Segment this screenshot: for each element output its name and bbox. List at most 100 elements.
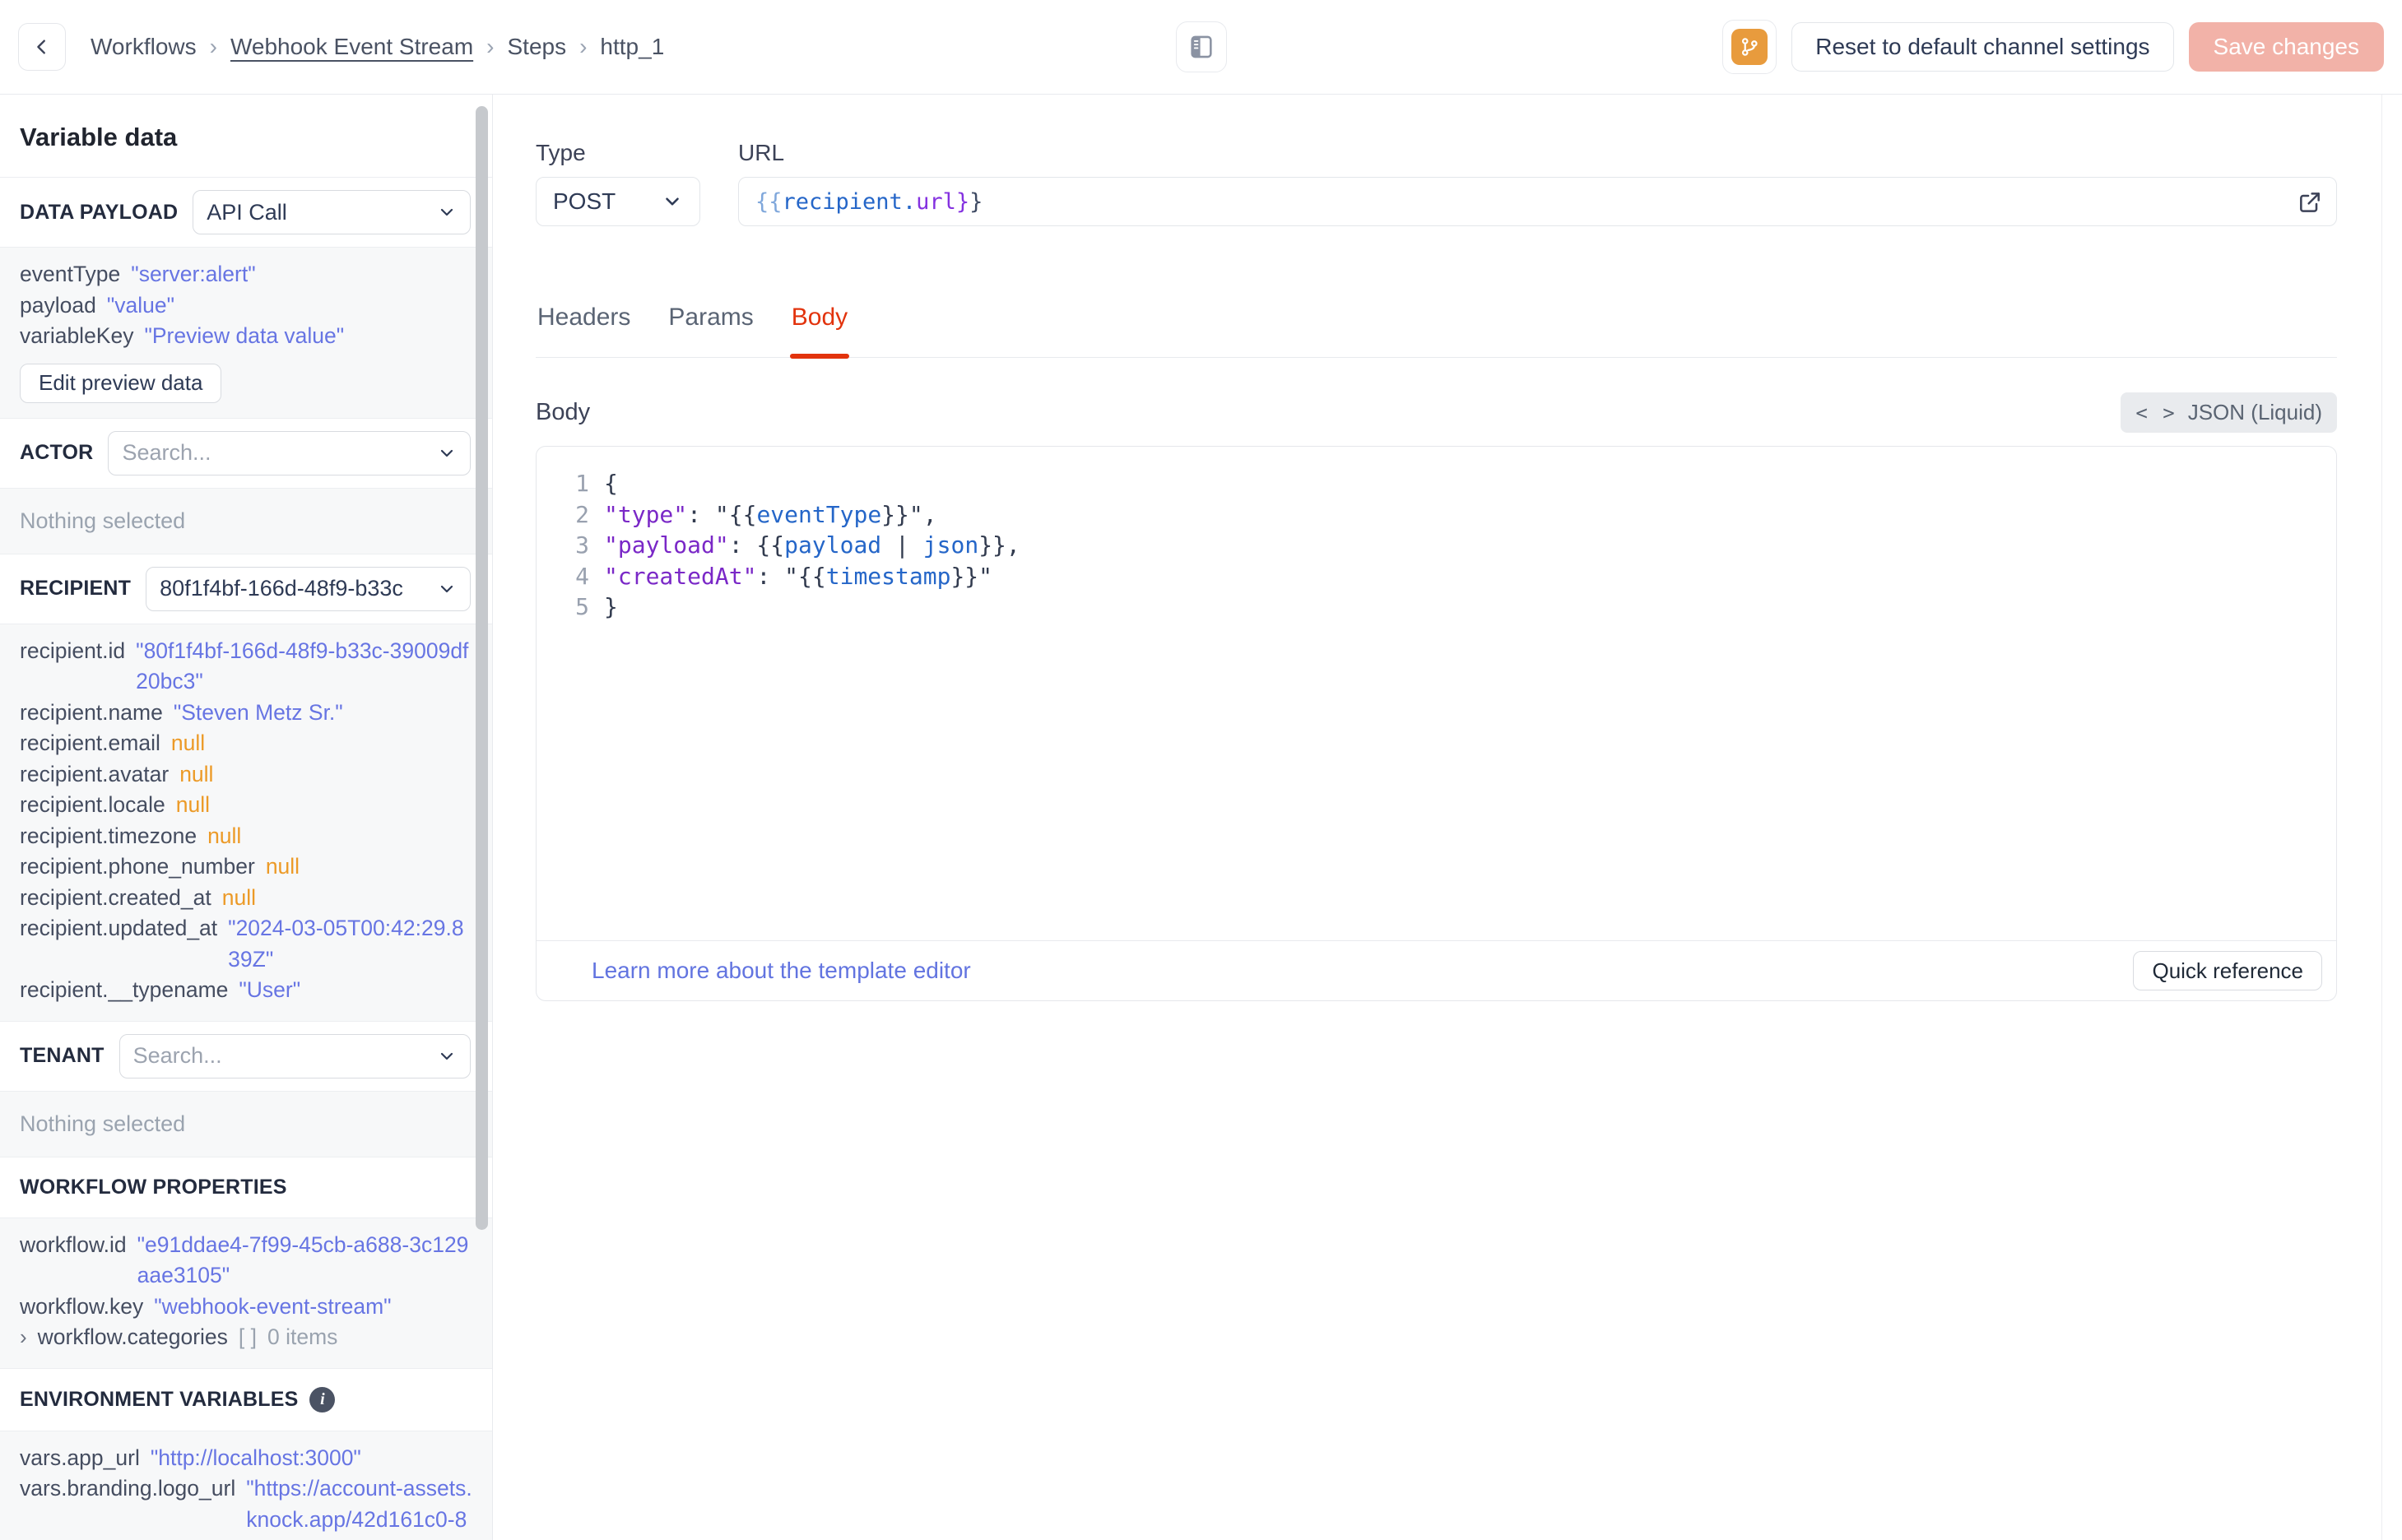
variable-key: recipient.id: [20, 638, 126, 663]
chevron-left-icon: [33, 38, 51, 56]
variable-row: recipient.avatar null: [20, 759, 472, 791]
git-branch-icon: [1731, 29, 1768, 65]
variable-key: recipient.timezone: [20, 823, 197, 848]
code-line: 3 "payload": {{payload | json}},: [537, 530, 2336, 561]
variable-row: recipient.email null: [20, 728, 472, 759]
type-field: Type POST: [536, 140, 700, 226]
tenant-row: TENANT Search...: [0, 1021, 492, 1092]
back-button[interactable]: [18, 23, 66, 71]
variable-key: workflow.id: [20, 1232, 127, 1257]
quick-reference-button[interactable]: Quick reference: [2133, 951, 2322, 990]
variable-value: "Preview data value": [144, 323, 345, 348]
variable-key: recipient.phone_number: [20, 854, 255, 879]
variable-value: "2024-03-05T00:42:29.839Z": [228, 916, 464, 972]
recipient-label: RECIPIENT: [20, 577, 132, 600]
data-payload-label: DATA PAYLOAD: [20, 200, 179, 224]
variable-row: recipient.id "80f1f4bf-166d-48f9-b33c-390…: [20, 636, 472, 698]
info-icon[interactable]: i: [309, 1386, 336, 1412]
code-line: 1{: [537, 468, 2336, 499]
variable-key: variableKey: [20, 323, 134, 348]
variable-key: recipient.created_at: [20, 884, 211, 910]
breadcrumb: Workflows › Webhook Event Stream › Steps › htt…: [91, 34, 664, 60]
workflow-variable-list: workflow.id "e91ddae4-7f99-45cb-a688-3c12…: [20, 1230, 472, 1353]
breadcrumb-item[interactable]: http_1: [600, 34, 664, 60]
url-field: URL {{recipient.url}}: [738, 140, 2337, 226]
save-changes-button[interactable]: Save changes: [2188, 22, 2384, 72]
variable-row: workflow.id "e91ddae4-7f99-45cb-a688-3c12…: [20, 1230, 472, 1292]
tenant-label: TENANT: [20, 1044, 105, 1067]
url-input[interactable]: {{recipient.url}}: [738, 177, 2337, 226]
environment-variables-label: ENVIRONMENT VARIABLES: [20, 1387, 299, 1411]
breadcrumb-item[interactable]: Workflows: [91, 34, 197, 60]
editor-language-badge: < > JSON (Liquid): [2121, 392, 2337, 433]
body-section-header: Body < > JSON (Liquid): [536, 392, 2337, 433]
tenant-empty-state: Nothing selected: [0, 1091, 492, 1157]
main-scroll-gutter: [2381, 95, 2382, 1540]
payload-variable-list: eventType "server:alert" payload "value" var…: [20, 259, 472, 352]
editor-footer: Learn more about the template editor Qui…: [537, 940, 2336, 1000]
variable-value: "User": [239, 977, 301, 1002]
recipient-row: RECIPIENT 80f1f4bf-166d-48f9-b33c: [0, 554, 492, 624]
method-selected-value: POST: [553, 188, 616, 214]
variable-value: "e91ddae4-7f99-45cb-a688-3c129aae3105": [137, 1232, 469, 1288]
variable-key: eventType: [20, 262, 121, 286]
variable-row: variableKey "Preview data value": [20, 321, 472, 352]
breadcrumb-separator: ›: [486, 34, 495, 59]
sidebar-scrollbar[interactable]: [476, 106, 488, 1230]
data-payload-selected-value: API Call: [207, 199, 287, 225]
variable-row: vars.app_url "http://localhost:3000": [20, 1443, 472, 1474]
workflow-properties-heading: WORKFLOW PROPERTIES: [0, 1157, 492, 1218]
variable-value: "webhook-event-stream": [154, 1293, 392, 1319]
panel-toggle-button[interactable]: [1175, 21, 1227, 72]
variable-value: "https://account-assets.knock.app/42d161…: [246, 1476, 472, 1540]
code-icon: < >: [2135, 401, 2177, 424]
variable-row: recipient.__typename "User": [20, 975, 472, 1006]
body-template-editor: 1{2 "type": "{{eventType}}", 3 "payload": {…: [536, 446, 2337, 1001]
chevron-down-icon: [437, 202, 457, 222]
code-editor[interactable]: 1{2 "type": "{{eventType}}", 3 "payload": {…: [537, 447, 2336, 940]
variable-row: recipient.phone_number null: [20, 851, 472, 883]
breadcrumb-separator: ›: [579, 34, 588, 59]
tab-headers[interactable]: Headers: [536, 304, 632, 357]
chevron-right-icon[interactable]: ›: [20, 1322, 27, 1353]
variable-value: "80f1f4bf-166d-48f9-b33c-39009df20bc3": [136, 638, 469, 694]
external-link-icon[interactable]: [2297, 189, 2323, 216]
variable-value: null: [207, 823, 242, 848]
code-line: 5}: [537, 591, 2336, 623]
url-label: URL: [738, 140, 785, 165]
breadcrumb-separator: ›: [209, 34, 217, 59]
tenant-search-select[interactable]: Search...: [118, 1033, 471, 1078]
breadcrumb-item[interactable]: Steps: [507, 34, 566, 60]
variable-value: "value": [106, 292, 174, 318]
reset-channel-settings-button[interactable]: Reset to default channel settings: [1791, 22, 2174, 72]
edit-preview-data-button[interactable]: Edit preview data: [20, 363, 222, 403]
data-payload-select[interactable]: API Call: [193, 190, 471, 234]
variable-value: [ ]: [238, 1324, 258, 1349]
commit-button[interactable]: [1722, 20, 1777, 74]
method-select[interactable]: POST: [536, 177, 700, 226]
recipient-selected-value: 80f1f4bf-166d-48f9-b33c: [160, 576, 403, 601]
variable-value: "Steven Metz Sr.": [173, 699, 343, 725]
line-number: 4: [575, 562, 589, 590]
tab-params[interactable]: Params: [667, 304, 755, 357]
actor-search-select[interactable]: Search...: [108, 430, 471, 475]
sidebar-layout-icon: [1187, 33, 1215, 61]
line-number: 3: [575, 531, 589, 559]
recipient-select[interactable]: 80f1f4bf-166d-48f9-b33c: [146, 566, 471, 611]
actor-row: ACTOR Search...: [0, 418, 492, 489]
variable-row: › workflow.categories [ ] 0 items: [20, 1322, 472, 1353]
variable-key: recipient.locale: [20, 792, 165, 817]
variable-key: recipient.updated_at: [20, 916, 218, 940]
variable-key: vars.app_url: [20, 1445, 140, 1470]
data-payload-row: DATA PAYLOAD API Call: [0, 178, 492, 248]
actor-label: ACTOR: [20, 441, 94, 464]
variable-key: vars.branding.logo_url: [20, 1476, 236, 1501]
url-value: {{recipient.url}}: [755, 188, 983, 215]
tab-body[interactable]: Body: [789, 304, 850, 359]
learn-more-link[interactable]: Learn more about the template editor: [592, 958, 971, 984]
breadcrumb-item[interactable]: Webhook Event Stream: [230, 34, 473, 60]
actor-empty-state: Nothing selected: [0, 488, 492, 554]
variable-row: recipient.updated_at "2024-03-05T00:42:29…: [20, 913, 472, 975]
body-section-label: Body: [536, 399, 591, 425]
variable-key: recipient.email: [20, 731, 160, 755]
